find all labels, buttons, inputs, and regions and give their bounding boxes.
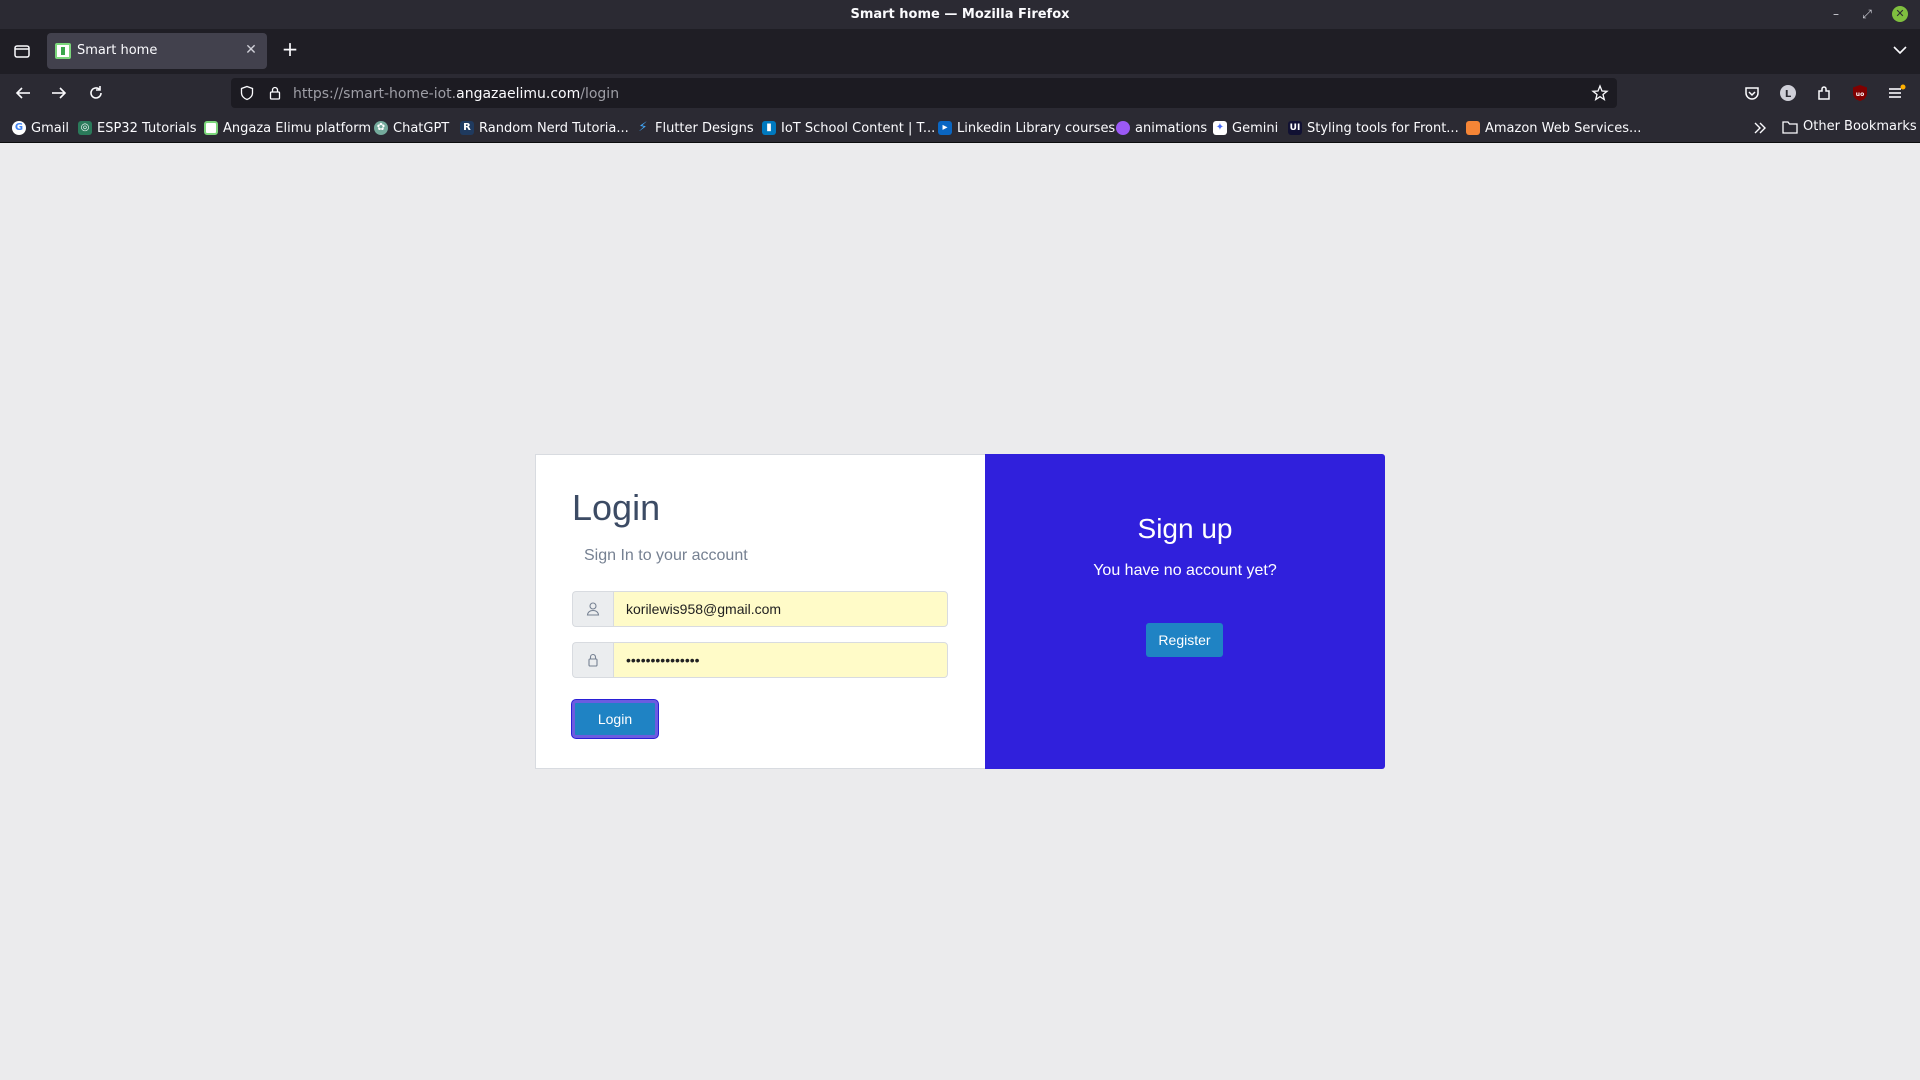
site-favicon-icon [55,43,71,59]
bookmark-animations[interactable]: animations [1116,119,1207,137]
bookmark-star-icon[interactable] [1591,84,1609,102]
folder-icon [1782,120,1798,134]
bookmark-linkedin-library[interactable]: ▸ Linkedin Library courses [938,119,1115,137]
more-bookmarks-chevron-icon[interactable] [1752,120,1768,136]
forward-icon[interactable] [49,83,69,103]
url-path: /login [580,86,620,102]
gemini-icon: ✦ [1213,121,1227,135]
extensions-puzzle-icon[interactable] [1814,83,1834,103]
maximize-icon[interactable]: ⤢ [1859,6,1875,22]
password-field[interactable] [613,642,948,678]
bookmark-label: Gmail [31,120,69,136]
close-tab-icon[interactable]: ✕ [243,41,259,57]
bookmark-angaza-elimu[interactable]: Angaza Elimu platform [204,119,371,137]
bookmarks-toolbar: G Gmail ◎ ESP32 Tutorials Angaza Elimu p… [0,112,1920,143]
tab-title: Smart home [77,43,158,58]
login-card: Login Sign In to your account Login [535,454,986,769]
password-input-group [572,642,948,678]
back-icon[interactable] [13,83,33,103]
other-bookmarks[interactable]: Other Bookmarks [1782,119,1917,134]
minimize-icon[interactable]: – [1828,6,1844,22]
window-title: Smart home — Mozilla Firefox [850,7,1070,22]
bookmark-styling-tools[interactable]: UI Styling tools for Front... [1288,119,1459,137]
login-button[interactable]: Login [572,700,658,738]
bookmark-label: IoT School Content | T... [781,120,936,136]
flutter-icon: ⚡ [638,120,648,135]
svg-text:L: L [1785,89,1792,100]
account-avatar-icon[interactable]: L [1778,83,1798,103]
tab-smart-home[interactable]: Smart home ✕ [47,33,267,69]
reload-icon[interactable] [86,83,106,103]
bookmark-label: ESP32 Tutorials [97,120,197,136]
bookmark-aws[interactable]: Amazon Web Services... [1466,119,1641,137]
window-titlebar: Smart home — Mozilla Firefox – ⤢ ✕ [0,0,1920,29]
url-text[interactable]: https://smart-home-iot.angazaelimu.com/l… [293,86,619,102]
app-menu-icon[interactable] [1886,83,1906,103]
bookmark-iot-school[interactable]: ▮ IoT School Content | T... [762,119,935,137]
bookmark-label: Gemini [1232,120,1279,136]
linkedin-learning-icon: ▸ [938,121,952,135]
user-icon [572,591,613,627]
bookmark-random-nerd[interactable]: R Random Nerd Tutoria... [460,119,629,137]
bookmark-gemini[interactable]: ✦ Gemini [1213,119,1278,137]
pocket-icon[interactable] [1742,83,1762,103]
bookmark-label: Flutter Designs [655,120,754,136]
signup-text: You have no account yet? [1093,562,1277,579]
rnt-icon: R [460,121,474,135]
svg-text:uo: uo [1856,91,1864,98]
google-icon: G [12,121,26,135]
other-bookmarks-label: Other Bookmarks [1803,119,1917,134]
lock-icon[interactable] [267,85,283,101]
bookmark-gmail[interactable]: G Gmail [12,119,69,137]
animations-icon [1116,121,1130,135]
email-input-group [572,591,948,627]
angaza-icon [204,121,218,135]
signup-title: Sign up [1137,513,1233,544]
trello-icon: ▮ [762,121,776,135]
list-all-tabs-icon[interactable] [12,41,32,61]
login-subtitle: Sign In to your account [584,547,748,564]
bookmark-esp32-tutorials[interactable]: ◎ ESP32 Tutorials [78,119,197,137]
url-bar[interactable]: https://smart-home-iot.angazaelimu.com/l… [231,78,1617,108]
tracking-protection-shield-icon[interactable] [239,85,255,101]
bookmark-chatgpt[interactable]: ✿ ChatGPT [374,119,449,137]
bookmark-label: Random Nerd Tutoria... [479,120,629,136]
esp32-icon: ◎ [78,121,92,135]
lock-icon [572,642,613,678]
uiverse-icon: UI [1288,121,1302,135]
bookmark-label: Linkedin Library courses [957,120,1116,136]
email-field[interactable] [613,591,948,627]
bookmark-label: Amazon Web Services... [1485,120,1642,136]
aws-icon [1466,121,1480,135]
bookmark-label: ChatGPT [393,120,450,136]
bookmark-label: Styling tools for Front... [1307,120,1459,136]
tab-strip: Smart home ✕ + [0,29,1920,74]
bookmark-label: Angaza Elimu platform [223,120,371,136]
bookmark-flutter-designs[interactable]: ⚡ Flutter Designs [636,119,754,137]
signup-card: Sign up You have no account yet? Registe… [985,454,1385,769]
login-title: Login [572,487,661,528]
url-host: angazaelimu.com [456,86,581,102]
register-button[interactable]: Register [1146,623,1223,657]
close-window-icon[interactable]: ✕ [1892,6,1908,22]
new-tab-icon[interactable]: + [280,39,300,59]
chatgpt-icon: ✿ [374,121,388,135]
chevron-down-icon[interactable] [1891,41,1909,59]
url-prefix: https://smart-home-iot. [293,86,457,102]
bookmark-label: animations [1135,120,1208,136]
navigation-toolbar: https://smart-home-iot.angazaelimu.com/l… [0,74,1920,112]
ublock-origin-icon[interactable]: uo [1850,83,1870,103]
